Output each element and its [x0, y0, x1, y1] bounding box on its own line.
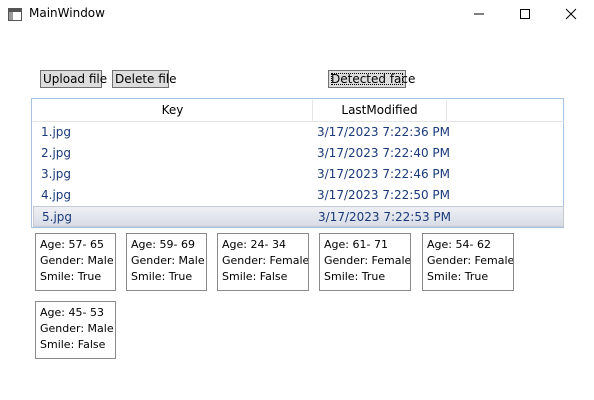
list-header: Key LastModified [33, 100, 564, 122]
cell-key: 1.jpg [41, 125, 72, 139]
window-icon [8, 8, 22, 21]
face-card: Age: 57- 65 Gender: Male Smile: True [35, 233, 116, 291]
cell-lastmodified: 3/17/2023 7:22:50 PM [317, 188, 451, 202]
face-gender: Gender: Female [222, 254, 309, 267]
table-row[interactable]: 4.jpg 3/17/2023 7:22:50 PM [33, 185, 564, 206]
cell-key: 2.jpg [41, 146, 72, 160]
table-row-selected[interactable]: 5.jpg 3/17/2023 7:22:53 PM [33, 206, 564, 227]
face-gender: Gender: Male [40, 254, 114, 267]
minimize-icon [474, 13, 484, 15]
column-header-key[interactable]: Key [33, 100, 313, 121]
face-age: Age: 54- 62 [427, 238, 491, 251]
face-smile: Smile: True [324, 270, 386, 283]
delete-file-button[interactable]: Delete file [112, 70, 177, 88]
face-age: Age: 61- 71 [324, 238, 388, 251]
minimize-button[interactable] [456, 0, 502, 28]
detected-face-button[interactable]: Detected face [328, 70, 415, 88]
face-card: Age: 61- 71 Gender: Female Smile: True [319, 233, 411, 291]
maximize-button[interactable] [502, 0, 548, 28]
close-button[interactable] [548, 0, 594, 28]
file-list[interactable]: Key LastModified 1.jpg 3/17/2023 7:22:36… [31, 98, 564, 228]
focus-rectangle [331, 73, 403, 85]
upload-file-button[interactable]: Upload file [40, 70, 107, 88]
face-age: Age: 59- 69 [131, 238, 195, 251]
column-header-lastmodified[interactable]: LastModified [313, 100, 447, 121]
face-card: Age: 59- 69 Gender: Male Smile: True [126, 233, 207, 291]
cell-key: 5.jpg [42, 210, 73, 224]
face-smile: Smile: True [131, 270, 193, 283]
cell-key: 4.jpg [41, 188, 72, 202]
face-gender: Gender: Female [427, 254, 514, 267]
face-gender: Gender: Female [324, 254, 411, 267]
face-age: Age: 24- 34 [222, 238, 286, 251]
cell-key: 3.jpg [41, 167, 72, 181]
face-card: Age: 45- 53 Gender: Male Smile: False [35, 301, 116, 359]
cell-lastmodified: 3/17/2023 7:22:53 PM [318, 210, 452, 224]
close-icon [565, 8, 577, 20]
window-title: MainWindow [29, 6, 105, 20]
face-card: Age: 54- 62 Gender: Female Smile: True [422, 233, 514, 291]
face-smile: Smile: False [40, 338, 106, 351]
face-smile: Smile: True [40, 270, 102, 283]
cell-lastmodified: 3/17/2023 7:22:36 PM [317, 125, 451, 139]
face-age: Age: 57- 65 [40, 238, 104, 251]
face-card: Age: 24- 34 Gender: Female Smile: False [217, 233, 309, 291]
face-gender: Gender: Male [40, 322, 114, 335]
table-row[interactable]: 3.jpg 3/17/2023 7:22:46 PM [33, 164, 564, 185]
table-row[interactable]: 2.jpg 3/17/2023 7:22:40 PM [33, 143, 564, 164]
face-age: Age: 45- 53 [40, 306, 104, 319]
face-gender: Gender: Male [131, 254, 205, 267]
face-smile: Smile: False [222, 270, 288, 283]
maximize-icon [520, 9, 530, 19]
cell-lastmodified: 3/17/2023 7:22:46 PM [317, 167, 451, 181]
face-smile: Smile: True [427, 270, 489, 283]
table-row[interactable]: 1.jpg 3/17/2023 7:22:36 PM [33, 122, 564, 143]
title-bar: MainWindow [0, 0, 594, 28]
cell-lastmodified: 3/17/2023 7:22:40 PM [317, 146, 451, 160]
